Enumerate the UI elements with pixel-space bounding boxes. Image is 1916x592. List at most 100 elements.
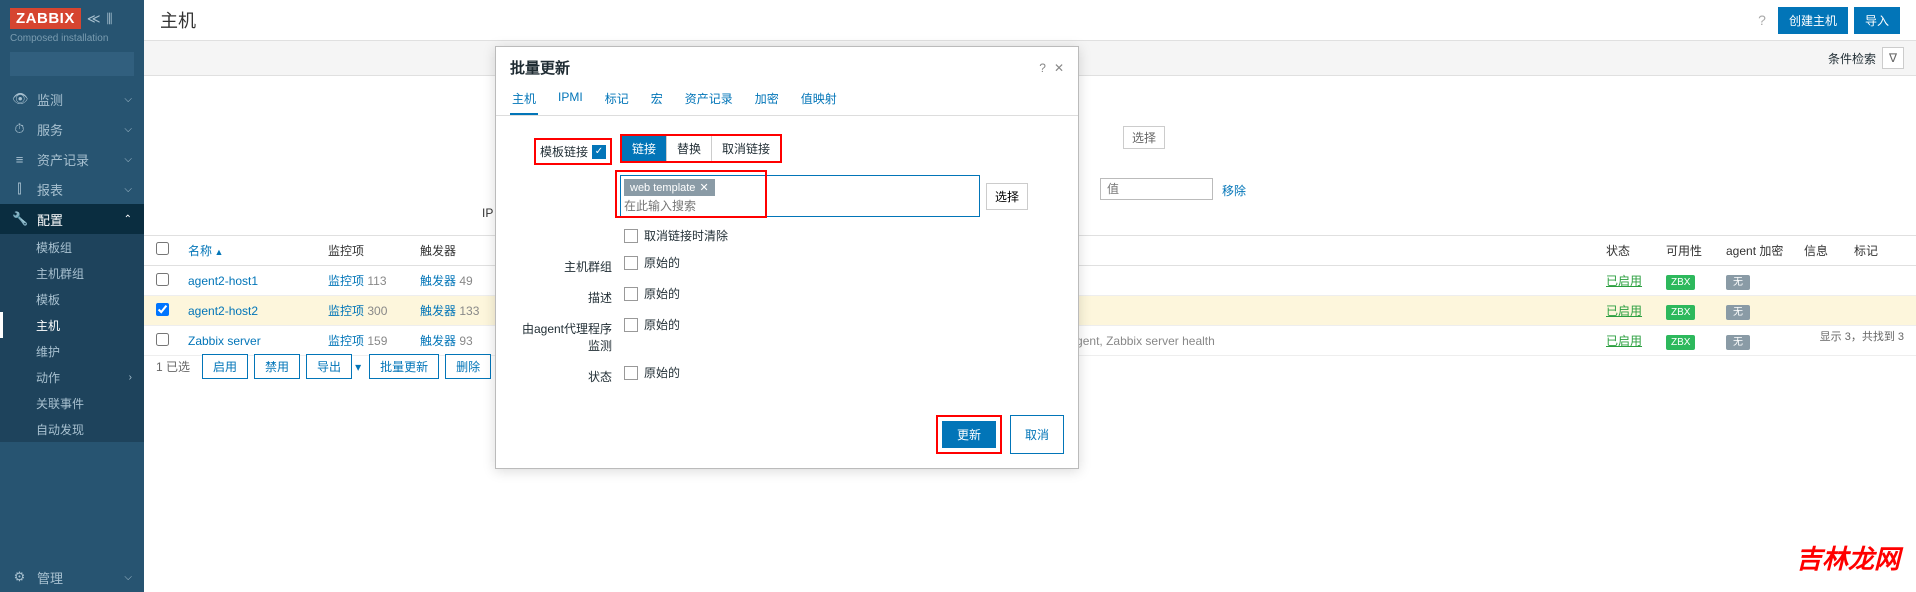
col-tags: 标记 [1854,242,1904,259]
row-checkbox[interactable] [624,287,638,301]
chevron-down-icon: ⌵ [124,154,132,165]
status-link[interactable]: 已启用 [1606,304,1642,318]
row-checkbox[interactable] [156,303,169,316]
seg-replace[interactable]: 替换 [667,136,712,161]
import-button[interactable]: 导入 [1854,7,1900,34]
col-status[interactable]: 状态 [1606,242,1666,259]
select-button[interactable]: 选择 [1123,126,1165,149]
tag-remove-icon[interactable]: ✕ [699,181,708,194]
list-icon: ≡ [12,152,27,167]
delete-button[interactable]: 删除 [445,354,491,379]
help-icon[interactable]: ? [1752,12,1772,28]
seg-unlink[interactable]: 取消链接 [712,136,780,161]
watermark: 吉林龙网 [1796,539,1900,576]
disable-button[interactable]: 禁用 [254,354,300,379]
tab-host[interactable]: 主机 [510,84,538,115]
create-host-button[interactable]: 创建主机 [1778,7,1848,34]
row-label: 主机群组 [510,254,620,275]
sidebar-sub-correlation[interactable]: 关联事件 [0,390,144,416]
tab-ipmi[interactable]: IPMI [556,84,585,115]
remove-link[interactable]: 移除 [1222,182,1246,199]
col-encryption: agent 加密 [1726,242,1804,259]
tab-macros[interactable]: 宏 [649,84,665,115]
row-label: 描述 [510,285,620,306]
template-tag: web template✕ [624,179,715,196]
sidebar-sub-templates[interactable]: 模板 [0,286,144,312]
seg-link[interactable]: 链接 [622,136,667,161]
sidebar-header: ZABBIX ≪ ⫼ Composed installation 🔍 [0,0,144,84]
sidebar-label: 监测 [37,90,63,109]
sidebar-item-inventory[interactable]: ≡资产记录⌵ [0,144,144,174]
export-button[interactable]: 导出 [306,354,352,379]
sidebar-item-monitoring[interactable]: 👁 监测 ⌵ [0,84,144,114]
triggers-link[interactable]: 触发器 [420,304,456,318]
chevron-down-icon: ⌵ [124,94,132,105]
status-link[interactable]: 已启用 [1606,274,1642,288]
clear-on-unlink-checkbox[interactable] [624,229,638,243]
collapse-icon[interactable]: ≪ [87,11,101,27]
template-link-checkbox[interactable] [592,145,606,159]
filter-icon[interactable]: ∇ [1882,47,1904,69]
update-button[interactable]: 更新 [942,421,996,448]
row-checkbox[interactable] [624,256,638,270]
row-value: 原始的 [644,316,680,333]
titlebar: 主机 ? 创建主机 导入 [144,0,1916,40]
items-link[interactable]: 监控项 [328,274,364,288]
selected-count: 1 已选 [156,358,190,375]
sidebar-sub-hosts[interactable]: 主机 [0,312,144,338]
filter-label[interactable]: 条件检索 [1828,50,1876,67]
tab-inventory[interactable]: 资产记录 [683,84,735,115]
eye-icon: 👁 [12,91,27,107]
help-icon[interactable]: ? [1039,61,1046,75]
sidebar-item-configuration[interactable]: 🔧配置⌃ [0,204,144,234]
mass-update-button[interactable]: 批量更新 [369,354,439,379]
cancel-button[interactable]: 取消 [1010,415,1064,454]
sidebar-item-reports[interactable]: ⫿报表⌵ [0,174,144,204]
row-checkbox[interactable] [624,318,638,332]
template-search-input[interactable] [624,199,976,213]
sidebar-item-services[interactable]: ⏱服务⌵ [0,114,144,144]
sidebar-sub-maintenance[interactable]: 维护 [0,338,144,364]
row-checkbox[interactable] [156,273,169,286]
host-link[interactable]: agent2-host2 [188,304,258,318]
template-tag-input[interactable]: web template✕ [620,175,980,217]
triggers-link[interactable]: 触发器 [420,274,456,288]
sidebar-sub-actions[interactable]: 动作› [0,364,144,390]
value-input[interactable] [1100,178,1213,200]
col-name[interactable]: 名称 [188,242,328,259]
mass-update-modal: 批量更新 ? ✕ 主机 IPMI 标记 宏 资产记录 加密 值映射 模板链接 链… [495,46,1079,469]
sidebar-search[interactable]: 🔍 [10,52,134,76]
row-label: 状态 [510,364,620,385]
tab-tags[interactable]: 标记 [603,84,631,115]
template-link-segment: 链接 替换 取消链接 [620,134,782,163]
sidebar-sub-template-groups[interactable]: 模板组 [0,234,144,260]
config-submenu: 模板组 主机群组 模板 主机 维护 动作› 关联事件 自动发现 [0,234,144,442]
items-link[interactable]: 监控项 [328,304,364,318]
col-info: 信息 [1804,242,1854,259]
modal-title: 批量更新 [510,57,570,78]
close-icon[interactable]: ✕ [1054,61,1064,75]
row-checkbox[interactable] [624,366,638,380]
select-template-button[interactable]: 选择 [986,183,1028,210]
enc-badge: 无 [1726,275,1750,290]
modal-body: 模板链接 链接 替换 取消链接 web template✕ [496,116,1078,407]
sidebar-label: 配置 [37,210,63,229]
menu-icon[interactable]: ⫼ [106,11,112,27]
chevron-right-icon: › [129,372,132,383]
logo[interactable]: ZABBIX [10,8,81,29]
modal-header: 批量更新 ? ✕ [496,47,1078,84]
row-label: 由agent代理程序监测 [510,316,620,354]
sidebar-sub-discovery[interactable]: 自动发现 [0,416,144,442]
export-dropdown-icon[interactable]: ▾ [355,360,361,374]
col-items[interactable]: 监控项 [328,242,420,259]
sidebar-label: 管理 [37,568,63,587]
host-link[interactable]: agent2-host1 [188,274,258,288]
sidebar-item-admin[interactable]: ⚙管理⌵ [0,562,144,592]
select-all-checkbox[interactable] [156,242,169,255]
zbx-badge: ZBX [1666,305,1695,320]
sidebar-label: 报表 [37,180,63,199]
tab-encryption[interactable]: 加密 [753,84,781,115]
tab-valuemap[interactable]: 值映射 [799,84,839,115]
enable-button[interactable]: 启用 [202,354,248,379]
sidebar-sub-host-groups[interactable]: 主机群组 [0,260,144,286]
